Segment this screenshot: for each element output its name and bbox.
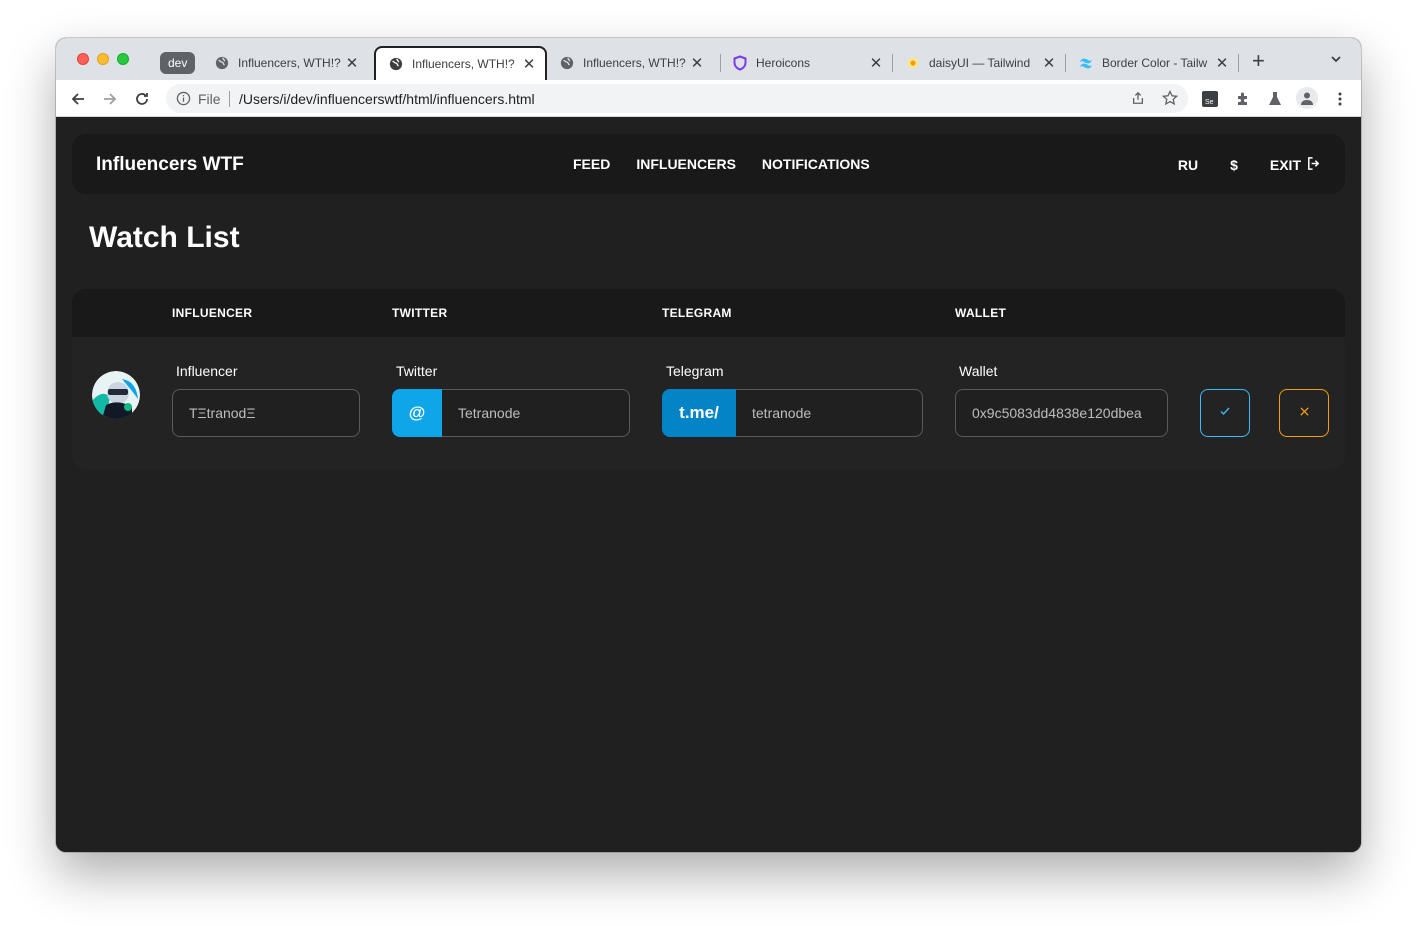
share-icon[interactable]	[1128, 88, 1148, 108]
right-menu: RU $ EXIT	[1178, 156, 1321, 174]
main-menu: FEED INFLUENCERS NOTIFICATIONS	[573, 156, 870, 172]
tab-title: Influencers, WTH!?	[583, 56, 686, 70]
minimize-window-button[interactable]	[97, 53, 109, 65]
telegram-prefix: t.me/	[662, 389, 736, 437]
tab-daisyui[interactable]: daisyUI — Tailwind ✕	[893, 46, 1065, 80]
telegram-input[interactable]: tetranode	[736, 389, 923, 437]
daisyui-icon	[905, 55, 921, 71]
url-text[interactable]: /Users/i/dev/influencerswtf/html/influen…	[239, 91, 535, 107]
site-navbar: Influencers WTF FEED INFLUENCERS NOTIFIC…	[72, 134, 1345, 194]
currency-switch[interactable]: $	[1230, 157, 1238, 173]
back-arrow-icon[interactable]	[67, 88, 89, 110]
selenium-extension-icon[interactable]: Se	[1200, 89, 1220, 109]
tab-title: Influencers, WTH!?	[238, 56, 341, 70]
influencer-label: Influencer	[176, 363, 238, 379]
close-tab-icon[interactable]: ✕	[342, 54, 362, 72]
nav-feed[interactable]: FEED	[573, 156, 610, 172]
page-title: Watch List	[89, 221, 240, 254]
new-tab-icon[interactable]: +	[1252, 50, 1265, 72]
tab-strip: dev Influencers, WTH!? ✕ Influencers, WT…	[56, 38, 1361, 80]
site-brand[interactable]: Influencers WTF	[96, 154, 244, 176]
influencer-input[interactable]: TΞtranodΞ	[172, 389, 360, 437]
wallet-label: Wallet	[959, 363, 998, 379]
avatar	[92, 371, 140, 419]
telegram-field: t.me/ tetranode	[662, 389, 923, 437]
check-icon	[1219, 404, 1231, 422]
tab-tailwind[interactable]: Border Color - Tailw ✕	[1066, 46, 1238, 80]
zoom-window-button[interactable]	[117, 53, 129, 65]
twitter-label: Twitter	[396, 363, 438, 379]
reload-icon[interactable]	[131, 88, 153, 110]
tab-group-chip[interactable]: dev	[160, 52, 196, 74]
tab-title: Heroicons	[756, 56, 811, 70]
twitter-field: @ Tetranode	[392, 389, 630, 437]
close-icon	[1299, 404, 1310, 422]
kebab-menu-icon[interactable]	[1330, 89, 1350, 109]
info-icon[interactable]	[176, 91, 191, 111]
tab-title: Influencers, WTH!?	[412, 57, 515, 71]
nav-notifications[interactable]: NOTIFICATIONS	[762, 156, 870, 172]
address-separator	[229, 91, 230, 107]
globe-icon	[388, 56, 404, 72]
exit-label: EXIT	[1269, 157, 1301, 173]
nav-influencers[interactable]: INFLUENCERS	[636, 156, 736, 172]
browser-toolbar: File /Users/i/dev/influencerswtf/html/in…	[56, 80, 1361, 117]
profile-avatar-icon[interactable]	[1296, 87, 1318, 109]
tab-title: Border Color - Tailw	[1102, 56, 1208, 70]
url-scheme: File	[198, 91, 221, 107]
tab-influencers-3[interactable]: Influencers, WTH!? ✕	[547, 46, 713, 80]
header-telegram: TELEGRAM	[662, 306, 732, 320]
address-bar[interactable]: File /Users/i/dev/influencerswtf/html/in…	[166, 84, 1188, 113]
twitter-input[interactable]: Tetranode	[442, 389, 630, 437]
close-tab-icon[interactable]: ✕	[687, 54, 707, 72]
confirm-button[interactable]	[1200, 389, 1250, 437]
header-twitter: TWITTER	[392, 306, 448, 320]
remove-button[interactable]	[1279, 389, 1329, 437]
close-tab-icon[interactable]: ✕	[519, 55, 539, 73]
telegram-label: Telegram	[666, 363, 724, 379]
header-wallet: WALLET	[955, 306, 1007, 320]
flask-labs-icon[interactable]	[1265, 89, 1285, 109]
tab-influencers-active[interactable]: Influencers, WTH!? ✕	[374, 46, 547, 80]
logout-icon	[1306, 156, 1321, 174]
puzzle-extensions-icon[interactable]	[1233, 89, 1253, 109]
wallet-input[interactable]: 0x9c5083dd4838e120dbea	[955, 389, 1168, 437]
language-switch[interactable]: RU	[1178, 157, 1198, 173]
globe-icon	[559, 55, 575, 71]
close-window-button[interactable]	[77, 53, 89, 65]
chevron-down-icon[interactable]	[1330, 52, 1342, 70]
watchlist-table: INFLUENCER TWITTER TELEGRAM WALLET Influ…	[72, 289, 1345, 469]
close-tab-icon[interactable]: ✕	[1039, 54, 1059, 72]
tab-title: daisyUI — Tailwind	[929, 56, 1031, 70]
svg-text:Se: Se	[1205, 99, 1214, 106]
globe-icon	[214, 55, 230, 71]
twitter-prefix: @	[392, 389, 442, 437]
page-content: Influencers WTF FEED INFLUENCERS NOTIFIC…	[56, 117, 1361, 852]
forward-arrow-icon[interactable]	[99, 88, 121, 110]
header-influencer: INFLUENCER	[172, 306, 253, 320]
exit-button[interactable]: EXIT	[1270, 156, 1321, 174]
heroicons-shield-icon	[732, 55, 748, 71]
table-header: INFLUENCER TWITTER TELEGRAM WALLET	[72, 289, 1345, 337]
tab-influencers-1[interactable]: Influencers, WTH!? ✕	[202, 46, 368, 80]
tab-separator	[1238, 54, 1239, 72]
tailwind-icon	[1078, 55, 1094, 71]
browser-window: dev Influencers, WTH!? ✕ Influencers, WT…	[56, 38, 1361, 852]
tab-heroicons[interactable]: Heroicons ✕	[720, 46, 892, 80]
close-tab-icon[interactable]: ✕	[1212, 54, 1232, 72]
close-tab-icon[interactable]: ✕	[866, 54, 886, 72]
bookmark-star-icon[interactable]	[1160, 88, 1180, 108]
